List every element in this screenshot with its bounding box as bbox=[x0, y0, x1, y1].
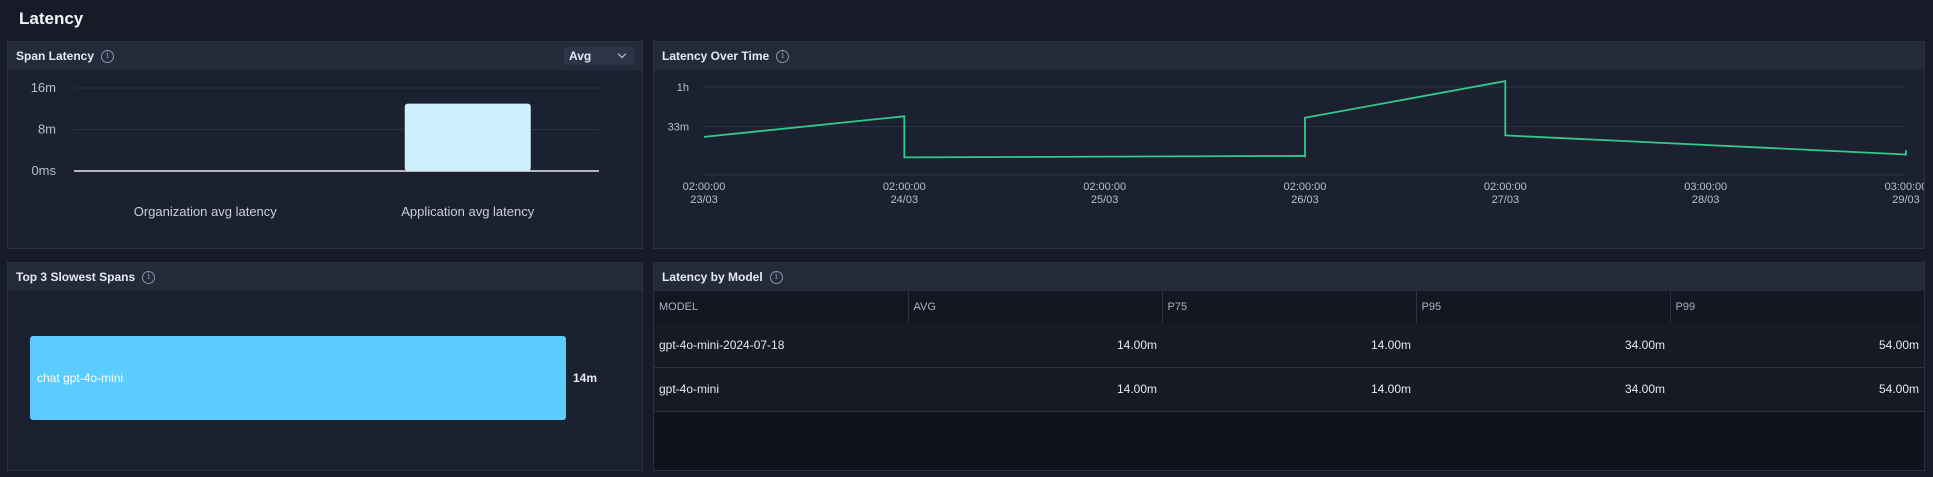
p75-cell: 14.00m bbox=[1370, 382, 1411, 396]
x-tick-date: 24/03 bbox=[891, 194, 919, 206]
x-tick-date: 28/03 bbox=[1692, 194, 1720, 206]
x-tick-time: 02:00:00 bbox=[683, 181, 726, 193]
info-icon[interactable]: i bbox=[101, 49, 115, 63]
latency-over-time-panel: Latency Over Time i 1h 33m 02:00:00 23/03 02… bbox=[653, 41, 1925, 249]
x-tick-date: 26/03 bbox=[1291, 194, 1319, 206]
chevron-down-icon bbox=[617, 49, 627, 59]
x-tick-time: 02:00:00 bbox=[1484, 181, 1527, 193]
span-latency-panel: Span Latency i Avg 16m 8m 0ms Organization … bbox=[7, 41, 643, 249]
avg-cell: 14.00m bbox=[1116, 382, 1157, 396]
span-bar-label: chat gpt-4o-mini bbox=[37, 371, 123, 385]
latency-over-time-header: Latency Over Time i bbox=[654, 42, 1924, 70]
aggregation-select[interactable]: Avg bbox=[564, 47, 634, 65]
table-row[interactable]: gpt-4o-mini-2024-07-18 14.00m 14.00m 34.… bbox=[654, 323, 1924, 367]
table-empty-area bbox=[654, 411, 1924, 470]
y-tick-label: 1h bbox=[677, 82, 689, 94]
column-header-p75[interactable]: P75 bbox=[1162, 291, 1417, 323]
y-tick-label: 16m bbox=[31, 80, 56, 95]
table-row[interactable]: gpt-4o-mini 14.00m 14.00m 34.00m 54.00m bbox=[654, 367, 1924, 411]
info-icon[interactable]: i bbox=[142, 270, 156, 284]
x-tick-date: 25/03 bbox=[1091, 194, 1119, 206]
latency-by-model-panel: Latency by Model i MODEL AVG P75 P95 P99… bbox=[653, 262, 1925, 471]
latency-by-model-title: Latency by Model bbox=[662, 270, 763, 284]
span-value-label: 14m bbox=[573, 371, 597, 385]
slowest-spans-header: Top 3 Slowest Spans i bbox=[8, 263, 642, 291]
column-header-model[interactable]: MODEL bbox=[654, 291, 909, 323]
p99-cell: 54.00m bbox=[1878, 337, 1919, 352]
x-tick-label: Application avg latency bbox=[401, 204, 534, 219]
span-latency-chart: 16m 8m 0ms Organization avg latency Applicat… bbox=[31, 80, 599, 219]
latency-over-time-title: Latency Over Time bbox=[662, 49, 770, 63]
x-tick-time: 02:00:00 bbox=[883, 181, 926, 193]
model-cell: gpt-4o-mini bbox=[659, 382, 720, 396]
p99-cell: 54.00m bbox=[1878, 382, 1919, 396]
latency-by-model-header: Latency by Model i bbox=[654, 263, 1924, 291]
y-tick-label: 33m bbox=[668, 122, 689, 134]
series-line bbox=[703, 80, 1907, 159]
x-tick-date: 23/03 bbox=[690, 194, 718, 206]
x-tick-date: 27/03 bbox=[1492, 194, 1520, 206]
slowest-spans-chart: chat gpt-4o-mini 14m bbox=[30, 336, 597, 420]
slowest-spans-panel: Top 3 Slowest Spans i chat gpt-4o-mini 14… bbox=[7, 262, 643, 471]
x-tick-time: 02:00:00 bbox=[1083, 181, 1126, 193]
x-tick-time: 02:00:00 bbox=[1284, 181, 1327, 193]
span-latency-header: Span Latency i Avg bbox=[8, 42, 642, 70]
x-tick-date: 29/03 bbox=[1892, 194, 1920, 206]
avg-cell: 14.00m bbox=[1116, 337, 1157, 352]
slowest-spans-title: Top 3 Slowest Spans bbox=[16, 270, 136, 284]
aggregation-select-value: Avg bbox=[569, 49, 592, 63]
p75-cell: 14.00m bbox=[1370, 337, 1411, 352]
model-cell: gpt-4o-mini-2024-07-18 bbox=[659, 337, 785, 352]
latency-by-model-table: MODEL AVG P75 P95 P99 gpt-4o-mini-2024-0… bbox=[654, 291, 1924, 412]
page-title: Latency bbox=[19, 9, 84, 28]
info-icon[interactable]: i bbox=[776, 49, 790, 63]
p95-cell: 34.00m bbox=[1624, 382, 1665, 396]
x-tick-time: 03:00:00 bbox=[1885, 181, 1924, 193]
y-tick-label: 8m bbox=[38, 122, 56, 137]
latency-over-time-chart: 1h33m02:00:0023/0302:00:0024/0302:00:002… bbox=[668, 80, 1924, 206]
bar bbox=[404, 103, 531, 171]
table-header-row: MODEL AVG P75 P95 P99 bbox=[654, 291, 1924, 323]
info-icon[interactable]: i bbox=[769, 270, 783, 284]
p95-cell: 34.00m bbox=[1624, 337, 1665, 352]
span-latency-title: Span Latency bbox=[16, 49, 95, 63]
x-tick-time: 03:00:00 bbox=[1684, 181, 1727, 193]
y-tick-label: 0ms bbox=[31, 163, 56, 178]
x-tick-label: Organization avg latency bbox=[134, 204, 278, 219]
column-header-p99[interactable]: P99 bbox=[1670, 291, 1924, 323]
column-header-p95[interactable]: P95 bbox=[1416, 291, 1671, 323]
column-header-avg[interactable]: AVG bbox=[908, 291, 1163, 323]
